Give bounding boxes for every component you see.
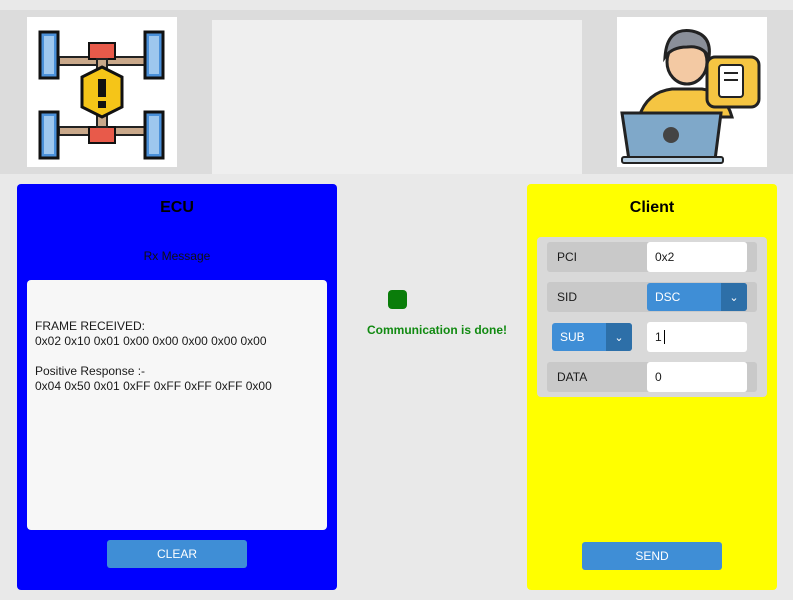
pci-input[interactable]: 0x2	[647, 242, 747, 272]
sub-value: 1	[655, 330, 662, 344]
status-indicator	[388, 290, 407, 309]
frame-received-header: FRAME RECEIVED:	[35, 319, 146, 333]
text-caret	[663, 330, 665, 344]
rx-message-label: Rx Message	[143, 249, 211, 263]
header-center-area	[212, 20, 582, 174]
sid-row: SID DSC ⌄	[547, 282, 757, 312]
frame-bytes: 0x02 0x10 0x01 0x00 0x00 0x00 0x00 0x00	[35, 334, 267, 348]
rx-message-log[interactable]: FRAME RECEIVED: 0x02 0x10 0x01 0x00 0x00…	[27, 280, 327, 530]
sid-dropdown[interactable]: DSC ⌄	[647, 283, 747, 311]
pci-row: PCI 0x2	[547, 242, 757, 272]
chevron-down-icon[interactable]: ⌄	[721, 283, 747, 311]
data-row: DATA 0	[547, 362, 757, 392]
data-label: DATA	[557, 370, 588, 384]
ecu-panel: ECU Rx Message FRAME RECEIVED: 0x02 0x10…	[17, 184, 337, 590]
sid-selected: DSC	[655, 290, 681, 304]
client-user-icon	[617, 17, 767, 167]
sub-dropdown[interactable]: SUB ⌄	[552, 323, 632, 351]
sub-row: SUB ⌄ 1	[547, 322, 757, 352]
data-input[interactable]: 0	[647, 362, 747, 392]
sub-selected: SUB	[560, 330, 585, 344]
client-form: PCI 0x2 SID DSC ⌄ SUB ⌄ 1 DATA 0	[537, 237, 767, 397]
sid-label: SID	[557, 290, 578, 304]
client-title: Client	[629, 199, 675, 216]
send-button[interactable]: SEND	[582, 542, 722, 570]
sub-input[interactable]: 1	[647, 322, 747, 352]
response-bytes: 0x04 0x50 0x01 0xFF 0xFF 0xFF 0xFF 0x00	[35, 379, 272, 393]
pci-label: PCI	[557, 250, 578, 264]
ecu-icon	[27, 17, 177, 167]
chevron-down-icon[interactable]: ⌄	[606, 323, 632, 351]
status-text: Communication is done!	[366, 323, 507, 337]
clear-button[interactable]: CLEAR	[107, 540, 247, 568]
client-panel: Client PCI 0x2 SID DSC ⌄ SUB ⌄ 1 DATA 0	[527, 184, 777, 590]
ecu-title: ECU	[160, 199, 194, 216]
positive-response-header: Positive Response :-	[35, 364, 146, 378]
